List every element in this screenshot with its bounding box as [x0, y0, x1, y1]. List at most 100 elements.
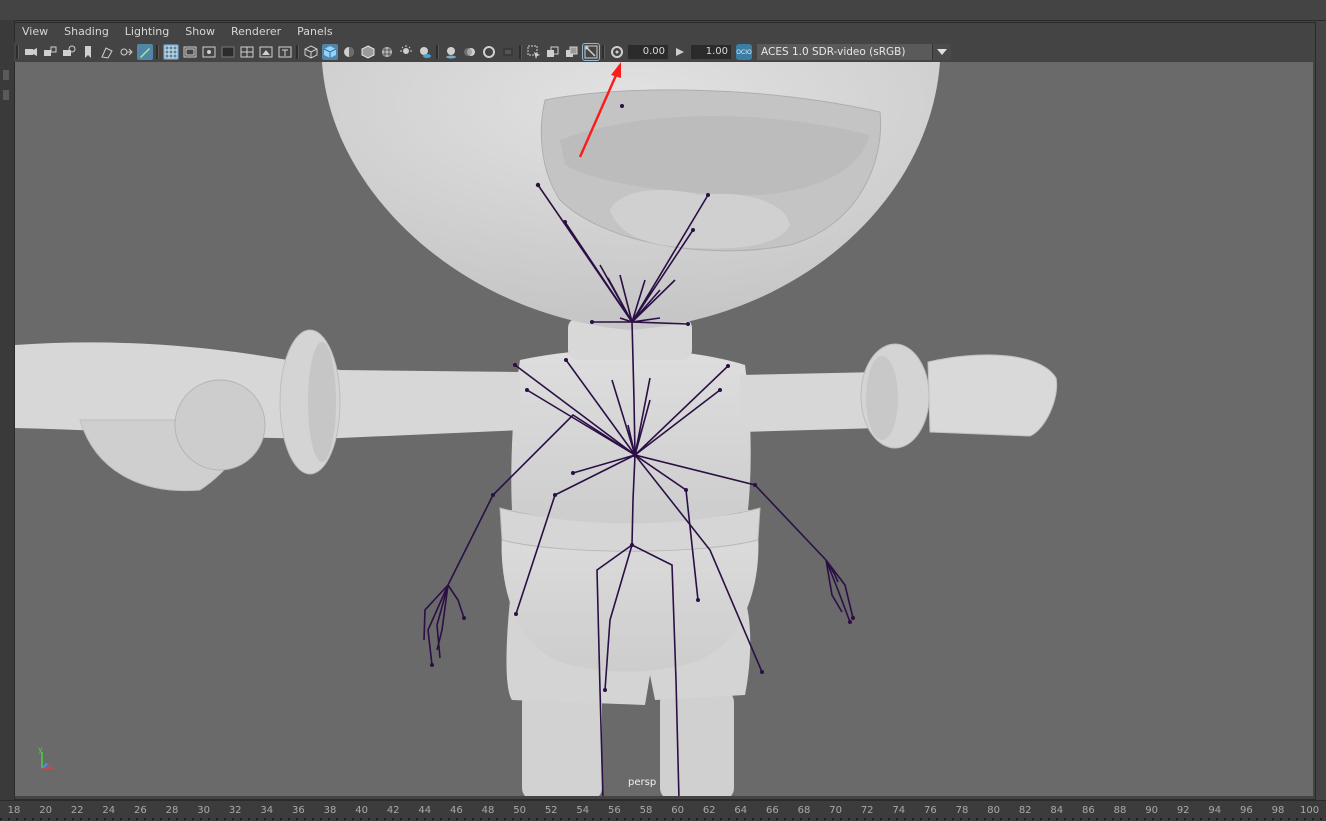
left-shelf-strip [0, 20, 15, 800]
camera-label: persp [628, 777, 657, 788]
time-slider-number: 84 [1050, 805, 1064, 816]
gate-mask-icon[interactable] [220, 44, 236, 60]
time-slider-number: 42 [386, 805, 400, 816]
lock-camera-icon[interactable] [42, 44, 58, 60]
time-slider-number: 68 [797, 805, 811, 816]
time-slider-number: 94 [1208, 805, 1222, 816]
view-axis-icon [41, 752, 54, 769]
time-slider-number: 62 [702, 805, 716, 816]
smooth-shade-icon[interactable] [321, 44, 338, 60]
field-chart-icon[interactable] [239, 44, 255, 60]
menu-view[interactable]: View [14, 22, 56, 42]
time-slider-number: 22 [70, 805, 84, 816]
xray-active-components-icon[interactable] [564, 44, 580, 60]
camera-attributes-icon[interactable] [61, 44, 77, 60]
toolbar-separator [602, 45, 605, 59]
time-slider-number: 92 [1176, 805, 1190, 816]
screen-space-ao-icon[interactable] [443, 44, 459, 60]
time-slider-number: 28 [165, 805, 179, 816]
time-slider-number: 44 [418, 805, 432, 816]
use-all-lights-icon[interactable] [398, 44, 414, 60]
time-slider-number: 60 [671, 805, 684, 816]
xray-icon[interactable] [545, 44, 561, 60]
gamma-icon[interactable] [672, 44, 688, 60]
shelf-handle[interactable] [3, 70, 9, 80]
time-slider-number: 74 [892, 805, 906, 816]
gamma-field[interactable] [691, 45, 731, 59]
grid-icon[interactable] [162, 44, 179, 60]
time-slider-number: 82 [1018, 805, 1032, 816]
color-management-icon[interactable]: OCIO [736, 44, 752, 60]
color-space-label: ACES 1.0 SDR-video (sRGB) [761, 46, 906, 58]
menu-renderer[interactable]: Renderer [223, 22, 289, 42]
time-slider-number: 90 [1145, 805, 1158, 816]
time-slider[interactable]: 18 20 22 24 26 28 30 32 34 36 38 40 42 44 46 48 50 52 54 56… [0, 800, 1326, 821]
wireframe-on-shaded-icon[interactable] [360, 44, 376, 60]
mesh-leg-left [522, 690, 602, 796]
use-default-material-icon[interactable] [341, 44, 357, 60]
time-slider-number: 78 [955, 805, 969, 816]
exposure-icon[interactable] [609, 44, 625, 60]
time-slider-number: 52 [544, 805, 558, 816]
mesh-cuff-inner-right [866, 356, 898, 440]
toolbar-separator [436, 45, 439, 59]
time-slider-number: 80 [987, 805, 1000, 816]
toolbar-separator [156, 45, 159, 59]
time-slider-number: 86 [1082, 805, 1095, 816]
time-slider-number: 64 [734, 805, 748, 816]
time-slider-number: 100 [1300, 805, 1320, 816]
persp-viewport[interactable] [15, 62, 1313, 796]
toolbar-separator [16, 45, 19, 59]
menu-panels[interactable]: Panels [289, 22, 340, 42]
panel-menu-bar: View Shading Lighting Show Renderer Pane… [14, 22, 1312, 42]
xray-joints-icon[interactable] [581, 43, 600, 61]
time-slider-number: 24 [102, 805, 116, 816]
textured-icon[interactable] [379, 44, 395, 60]
mesh-cuff-inner-left [308, 342, 336, 462]
select-camera-icon[interactable] [23, 44, 39, 60]
time-slider-number: 72 [860, 805, 874, 816]
color-space-dropdown[interactable]: ACES 1.0 SDR-video (sRGB) [757, 44, 951, 60]
top-strip [0, 0, 1326, 21]
joint-fingers-right [825, 559, 854, 623]
toolbar-separator [519, 45, 522, 59]
anti-aliasing-icon[interactable] [481, 44, 497, 60]
shadows-icon[interactable] [417, 44, 433, 60]
depth-of-field-icon[interactable] [500, 44, 516, 60]
time-slider-number: 76 [924, 805, 937, 816]
menu-show[interactable]: Show [177, 22, 223, 42]
chevron-down-icon[interactable] [932, 44, 951, 60]
time-slider-number: 20 [39, 805, 52, 816]
time-slider-number: 58 [639, 805, 653, 816]
mesh-hand-right [927, 354, 1058, 437]
shelf-handle[interactable] [3, 90, 9, 100]
isolate-select-icon[interactable] [526, 44, 542, 60]
bookmarks-icon[interactable] [80, 44, 96, 60]
safe-title-icon[interactable] [277, 44, 293, 60]
character-mesh[interactable] [15, 62, 1058, 796]
exposure-field[interactable] [628, 45, 668, 59]
time-slider-number: 98 [1271, 805, 1285, 816]
mesh-arm-right [740, 372, 880, 432]
safe-action-icon[interactable] [258, 44, 274, 60]
motion-blur-icon[interactable] [462, 44, 478, 60]
time-slider-number: 54 [576, 805, 590, 816]
image-plane-icon[interactable] [99, 44, 115, 60]
time-slider-number: 88 [1113, 805, 1127, 816]
two-d-pan-zoom-icon[interactable] [118, 44, 134, 60]
mesh-leg-right [660, 690, 734, 796]
time-slider-number: 46 [450, 805, 463, 816]
film-gate-icon[interactable] [182, 44, 198, 60]
panel-toolbar: OCIO ACES 1.0 SDR-video (sRGB) [14, 42, 1312, 62]
mesh-thumb-left [174, 379, 266, 471]
time-slider-number: 56 [608, 805, 621, 816]
resolution-gate-icon[interactable] [201, 44, 217, 60]
time-slider-number: 66 [766, 805, 779, 816]
menu-lighting[interactable]: Lighting [117, 22, 177, 42]
time-slider-number: 34 [260, 805, 274, 816]
grease-pencil-icon[interactable] [136, 44, 153, 60]
toolbar-separator [296, 45, 299, 59]
wireframe-icon[interactable] [303, 44, 319, 60]
scene [15, 62, 1058, 796]
menu-shading[interactable]: Shading [56, 22, 117, 42]
